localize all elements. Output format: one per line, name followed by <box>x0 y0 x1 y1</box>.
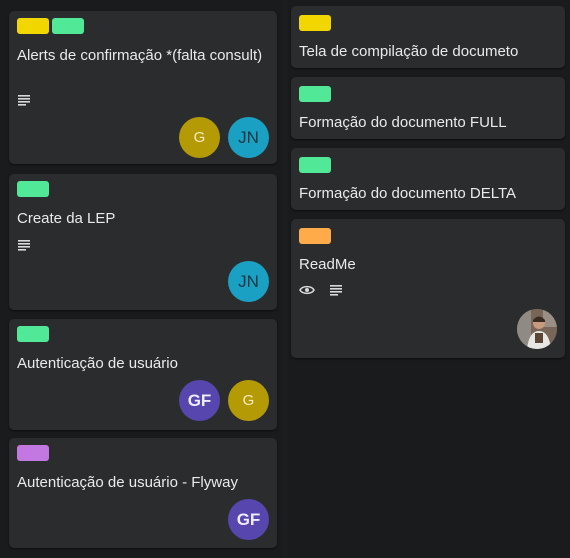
card-title: Formação do documento DELTA <box>299 185 517 202</box>
label-green[interactable] <box>17 181 49 197</box>
list-left: Alerts de confirmação *(falta consult) G… <box>0 0 283 558</box>
card-members: JN <box>228 261 269 302</box>
avatar-g[interactable]: G <box>179 117 220 158</box>
description-icon <box>18 240 30 251</box>
person-photo-icon <box>517 309 557 349</box>
card-labels <box>299 157 331 173</box>
card-labels <box>17 181 49 197</box>
card-title: Formação do documento FULL <box>299 114 507 131</box>
avatar-jn[interactable]: JN <box>228 261 269 302</box>
card-readme[interactable]: ReadMe <box>291 219 565 358</box>
eye-icon <box>299 285 315 295</box>
card-members: GF <box>228 499 269 540</box>
card-title: Autenticação de usuário <box>17 355 178 372</box>
card-badges <box>299 284 343 296</box>
description-icon <box>18 95 30 106</box>
card-labels <box>299 228 331 244</box>
card-title: Alerts de confirmação *(falta consult) <box>17 47 263 64</box>
card-title: Tela de compilação de documeto <box>299 43 519 60</box>
label-green[interactable] <box>299 157 331 173</box>
card-autenticacao-usuario[interactable]: Autenticação de usuário GF G <box>9 319 277 430</box>
card-formacao-full[interactable]: Formação do documento FULL <box>291 77 565 139</box>
board: Alerts de confirmação *(falta consult) G… <box>0 0 570 558</box>
card-labels <box>299 86 331 102</box>
card-labels <box>299 15 331 31</box>
card-title: Autenticação de usuário - Flyway <box>17 474 238 491</box>
card-members: GF G <box>179 380 269 421</box>
card-badges <box>17 94 31 106</box>
card-title: Create da LEP <box>17 210 116 227</box>
card-create-lep[interactable]: Create da LEP JN <box>9 174 277 310</box>
card-autenticacao-flyway[interactable]: Autenticação de usuário - Flyway GF <box>9 438 277 548</box>
card-title: ReadMe <box>299 256 356 273</box>
avatar-jn[interactable]: JN <box>228 117 269 158</box>
avatar-gf[interactable]: GF <box>228 499 269 540</box>
photo-avatar[interactable] <box>517 309 557 349</box>
list-right: Tela de compilação de documeto Formação … <box>287 0 570 558</box>
label-yellow[interactable] <box>299 15 331 31</box>
card-alerts-confirmacao[interactable]: Alerts de confirmação *(falta consult) G… <box>9 11 277 164</box>
description-icon <box>330 285 342 296</box>
card-labels <box>17 326 49 342</box>
card-labels <box>17 18 84 34</box>
avatar-gf[interactable]: GF <box>179 380 220 421</box>
card-formacao-delta[interactable]: Formação do documento DELTA <box>291 148 565 210</box>
card-members: G JN <box>179 117 269 158</box>
card-members <box>517 309 557 349</box>
label-yellow[interactable] <box>17 18 49 34</box>
label-green[interactable] <box>17 326 49 342</box>
avatar-g[interactable]: G <box>228 380 269 421</box>
label-orange[interactable] <box>299 228 331 244</box>
label-green[interactable] <box>52 18 84 34</box>
card-badges <box>17 239 31 251</box>
label-purple[interactable] <box>17 445 49 461</box>
label-green[interactable] <box>299 86 331 102</box>
card-labels <box>17 445 49 461</box>
card-tela-compilacao[interactable]: Tela de compilação de documeto <box>291 6 565 68</box>
